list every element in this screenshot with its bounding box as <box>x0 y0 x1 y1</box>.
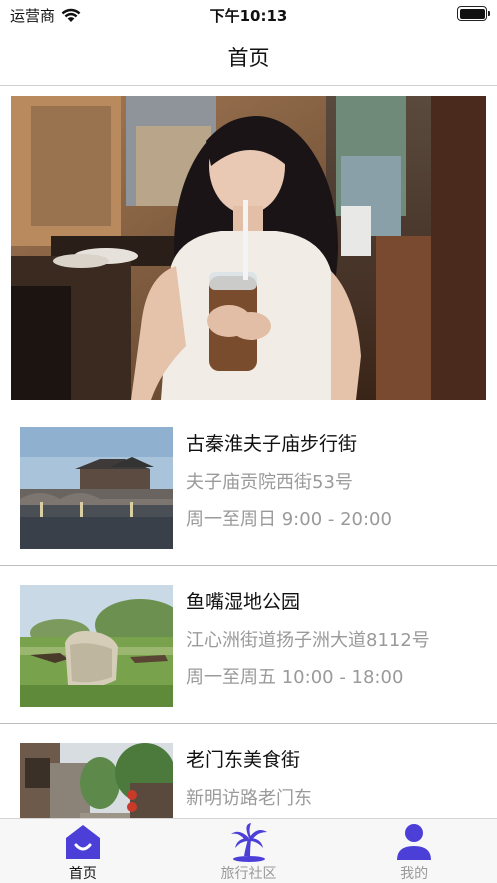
place-address: 江心洲街道扬子洲大道8112号 <box>186 630 430 651</box>
tab-label: 旅行社区 <box>220 866 277 882</box>
banner-image[interactable] <box>11 96 486 400</box>
user-icon <box>397 824 432 860</box>
list-item[interactable]: 老门东美食街 新明访路老门东 <box>0 724 497 818</box>
navigation-bar: 首页 <box>0 30 497 86</box>
tab-bar: 首页 旅行社区 我的 <box>0 818 497 883</box>
place-thumbnail <box>20 427 173 549</box>
status-bar: 运营商 下午10:13 <box>0 0 497 30</box>
home-icon <box>65 825 100 859</box>
banner-photo <box>11 96 486 400</box>
page-title: 首页 <box>227 46 270 70</box>
tab-label: 我的 <box>400 866 429 882</box>
place-hours: 周一至周日 9:00 - 20:00 <box>186 509 392 530</box>
place-list: 古秦淮夫子庙步行街 夫子庙贡院西街53号 周一至周日 9:00 - 20:00 … <box>0 408 497 818</box>
tab-travel-community[interactable]: 旅行社区 <box>166 819 332 883</box>
place-thumbnail <box>20 585 173 707</box>
place-hours: 周一至周五 10:00 - 18:00 <box>186 667 404 688</box>
status-time: 下午10:13 <box>209 7 288 25</box>
place-address: 新明访路老门东 <box>186 788 312 809</box>
battery-icon <box>457 6 490 21</box>
tab-mine[interactable]: 我的 <box>331 819 497 883</box>
palm-tree-icon <box>230 823 267 862</box>
list-item[interactable]: 古秦淮夫子庙步行街 夫子庙贡院西街53号 周一至周日 9:00 - 20:00 <box>0 408 497 566</box>
place-address: 夫子庙贡院西街53号 <box>186 472 353 493</box>
tab-label: 首页 <box>68 866 97 882</box>
place-thumbnail <box>20 743 173 818</box>
place-title: 老门东美食街 <box>186 749 301 771</box>
list-item[interactable]: 鱼嘴湿地公园 江心洲街道扬子洲大道8112号 周一至周五 10:00 - 18:… <box>0 566 497 724</box>
place-title: 古秦淮夫子庙步行街 <box>186 433 358 455</box>
place-title: 鱼嘴湿地公园 <box>186 591 301 613</box>
tab-home[interactable]: 首页 <box>0 819 166 883</box>
